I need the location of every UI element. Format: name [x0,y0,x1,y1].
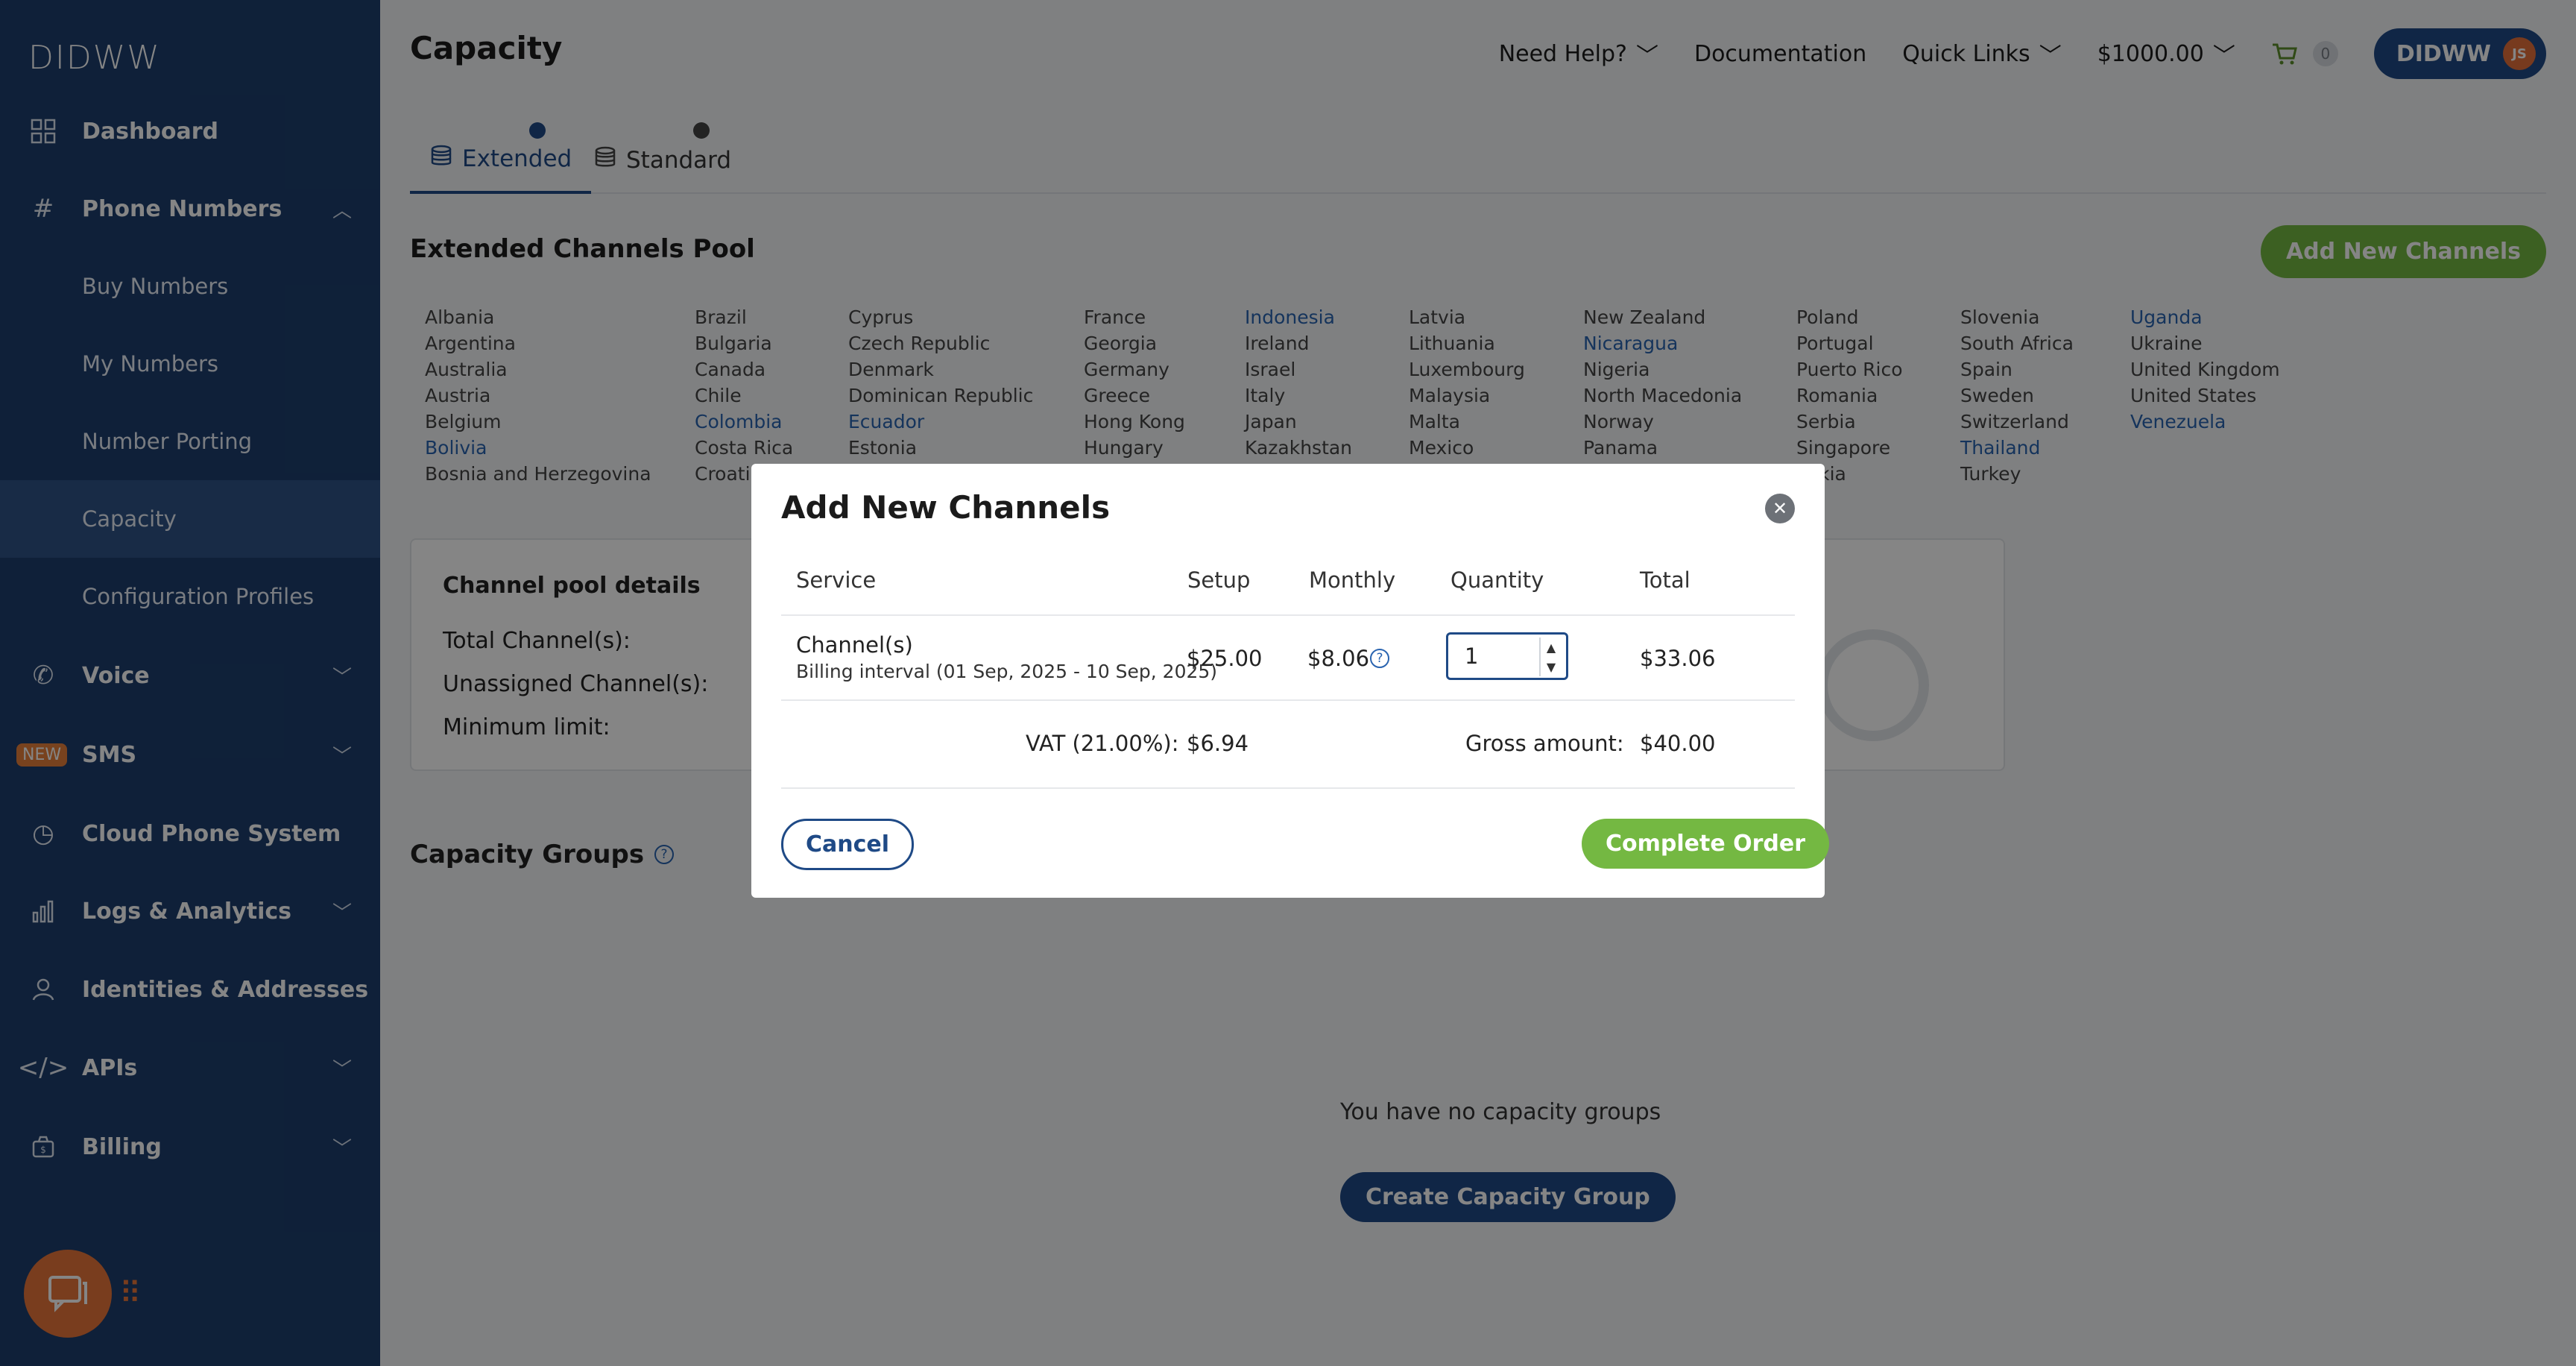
column-header-service: Service [796,567,877,593]
row-total: $33.06 [1640,646,1716,671]
quantity-stepper[interactable]: 1 ▲ ▼ [1446,632,1568,680]
billing-interval: Billing interval (01 Sep, 2025 - 10 Sep,… [796,661,1218,682]
vat-value: $6.94 [1187,731,1249,756]
monthly-price: $8.06 [1307,646,1370,671]
modal-row-divider [781,614,1795,616]
service-name: Channel(s) [796,632,913,658]
column-header-monthly: Monthly [1309,567,1396,593]
modal-row-divider [781,787,1795,789]
column-header-total: Total [1640,567,1690,593]
increment-icon[interactable]: ▲ [1547,640,1556,655]
setup-price: $25.00 [1187,646,1263,671]
cancel-button[interactable]: Cancel [781,819,915,870]
gross-amount-value: $40.00 [1640,731,1716,756]
column-header-setup: Setup [1187,567,1251,593]
vat-label: VAT (21.00%): [1026,731,1179,756]
modal-title: Add New Channels [781,489,1111,526]
complete-order-button[interactable]: Complete Order [1582,819,1830,869]
decrement-icon[interactable]: ▼ [1547,660,1556,674]
close-icon[interactable]: ✕ [1765,494,1795,523]
monthly-help-icon[interactable]: ? [1370,649,1389,668]
gross-amount-label: Gross amount: [1465,731,1624,756]
stepper-arrows: ▲ ▼ [1539,638,1562,676]
modal-row-divider [781,699,1795,701]
column-header-quantity: Quantity [1450,567,1544,593]
quantity-value[interactable]: 1 [1465,643,1478,669]
